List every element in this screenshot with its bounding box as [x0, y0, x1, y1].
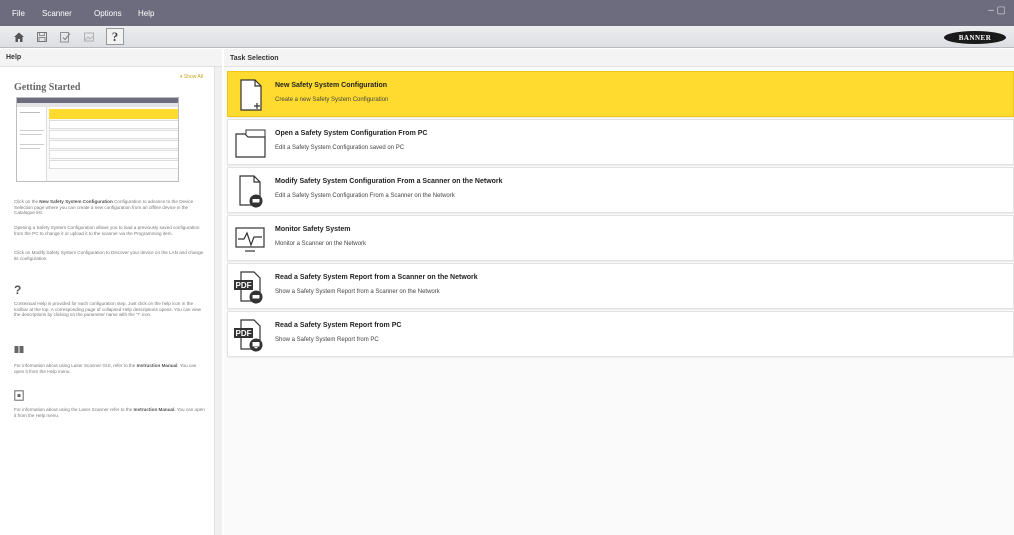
monitor-pulse-icon	[235, 227, 265, 252]
task-subtitle: Edit a Safety System Configuration saved…	[275, 145, 405, 151]
menu-help[interactable]: Help	[138, 9, 154, 18]
menu-file[interactable]: File	[12, 9, 25, 18]
svg-text:PDF: PDF	[236, 281, 252, 290]
document-icon	[14, 390, 24, 401]
check-icon	[60, 31, 71, 42]
task-modify-from-scanner[interactable]: Modify Safety System Configuration From …	[227, 167, 1014, 213]
help-paragraph-modify-config: Click on Modify Safety System Configurat…	[14, 250, 204, 261]
task-title: New Safety System Configuration	[275, 82, 388, 89]
task-selection-header: Task Selection	[224, 49, 1014, 67]
task-new-configuration[interactable]: New Safety System Configuration Create a…	[227, 71, 1014, 117]
home-button[interactable]	[10, 28, 28, 45]
task-report-from-scanner[interactable]: PDF Read a Safety System Report from a S…	[227, 263, 1014, 309]
manual-book-icon	[14, 346, 24, 353]
task-title: Read a Safety System Report from a Scann…	[275, 274, 478, 281]
task-subtitle: Show a Safety System Report from a Scann…	[275, 289, 440, 295]
folder-icon	[235, 129, 266, 158]
task-title: Modify Safety System Configuration From …	[275, 178, 503, 185]
getting-started-title: Getting Started	[14, 82, 81, 93]
banner-logo: BANNER	[944, 31, 1006, 44]
show-all-link[interactable]: ▾ Show All	[180, 74, 203, 80]
question-mark-icon: ?	[14, 283, 22, 297]
image-button[interactable]	[80, 28, 98, 45]
help-paragraph-open-config: Opening a Safety System Configuration al…	[14, 225, 200, 236]
help-paragraph-new-config: Click on the New Safety System Configura…	[14, 199, 194, 216]
pdf-pc-icon: PDF	[234, 319, 263, 352]
save-icon	[37, 31, 47, 42]
pdf-scanner-icon: PDF	[234, 271, 263, 304]
task-subtitle: Edit a Safety System Configuration From …	[275, 193, 455, 199]
menu-options[interactable]: Options	[94, 9, 122, 18]
task-report-from-pc[interactable]: PDF Read a Safety System Report from PC …	[227, 311, 1014, 357]
help-panel-header: Help	[0, 49, 222, 67]
task-subtitle: Monitor a Scanner on the Network	[275, 241, 367, 247]
image-icon	[84, 32, 94, 41]
screenshot-thumbnail	[16, 97, 179, 182]
task-selection-panel: Task Selection New Safety System Configu…	[224, 49, 1014, 535]
new-file-icon	[240, 79, 262, 111]
validate-button[interactable]	[56, 28, 74, 45]
svg-text:PDF: PDF	[236, 329, 252, 338]
help-paragraph-contextual: Contextual Help is provided for each con…	[14, 301, 201, 318]
task-subtitle: Create a new Safety System Configuration	[275, 97, 389, 103]
home-icon	[14, 32, 24, 42]
menu-bar: File Scanner Options Help – ▢	[0, 0, 1014, 26]
task-open-from-pc[interactable]: Open a Safety System Configuration From …	[227, 119, 1014, 165]
help-icon: ?	[111, 28, 119, 44]
help-scrollbar[interactable]	[214, 67, 222, 535]
menu-scanner[interactable]: Scanner	[42, 9, 72, 18]
save-button[interactable]	[33, 28, 51, 45]
window-controls[interactable]: – ▢	[988, 5, 1006, 16]
task-subtitle: Show a Safety System Report from PC	[275, 337, 379, 343]
task-monitor-system[interactable]: Monitor Safety System Monitor a Scanner …	[227, 215, 1014, 261]
task-title: Monitor Safety System	[275, 226, 351, 233]
scanner-file-icon	[239, 175, 263, 208]
help-panel: Help ▾ Show All Getting Started Click on…	[0, 49, 222, 535]
help-paragraph-gui-manual: For information about using Laser Scanne…	[14, 363, 197, 374]
task-title: Read a Safety System Report from PC	[275, 322, 402, 329]
toolbar: ? BANNER	[0, 26, 1014, 48]
help-button[interactable]: ?	[106, 28, 124, 45]
task-title: Open a Safety System Configuration From …	[275, 130, 428, 137]
help-paragraph-scanner-manual: For information about using the Laser Sc…	[14, 407, 205, 418]
